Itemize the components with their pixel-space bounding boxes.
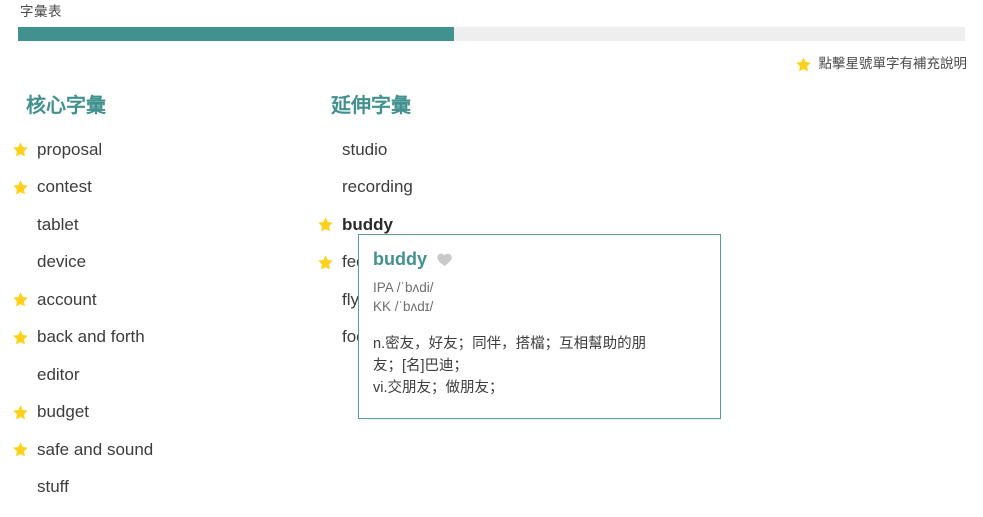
page-title: 字彙表 <box>20 4 62 19</box>
word-label: account <box>37 289 97 309</box>
definition-line: vi.交朋友；做朋友； <box>373 380 504 396</box>
list-item[interactable]: tablet <box>12 206 153 244</box>
list-item[interactable]: device <box>12 244 153 282</box>
star-icon <box>12 441 29 458</box>
popup-phonetics: IPA /ˈbʌdi/ KK /ˈbʌdɪ/ <box>359 270 720 316</box>
star-icon <box>12 141 29 158</box>
list-item[interactable]: account <box>12 281 153 319</box>
column-core-heading: 核心字彙 <box>26 95 106 117</box>
star-icon <box>317 254 334 271</box>
star-icon <box>12 179 29 196</box>
list-item[interactable]: contest <box>12 169 153 207</box>
word-label: back and forth <box>37 327 145 347</box>
definition-line: 友；[名]巴迪； <box>373 358 469 374</box>
list-item[interactable]: budget <box>12 394 153 432</box>
popup-word-title: buddy <box>373 249 427 269</box>
word-label: proposal <box>37 139 103 159</box>
phonetic-kk: KK /ˈbʌdɪ/ <box>373 299 434 314</box>
popup-definitions: n.密友，好友；同伴，搭檔；互相幫助的朋 友；[名]巴迪； vi.交朋友；做朋友… <box>359 316 720 399</box>
phonetic-ipa: IPA /ˈbʌdi/ <box>373 280 434 295</box>
star-icon <box>12 404 29 421</box>
list-item[interactable]: studio <box>317 131 413 169</box>
word-label: buddy <box>342 214 393 234</box>
definition-line: n.密友，好友；同伴，搭檔；互相幫助的朋 <box>373 336 647 352</box>
word-label: stuff <box>37 477 69 497</box>
list-item[interactable]: editor <box>12 356 153 394</box>
word-label: studio <box>342 139 388 159</box>
word-label: device <box>37 252 87 272</box>
progress-bar <box>18 27 965 41</box>
list-item[interactable]: stuff <box>12 469 153 507</box>
list-item[interactable]: safe and sound <box>12 431 153 469</box>
word-label: contest <box>37 177 92 197</box>
column-core-vocabulary: 核心字彙 proposal contest tablet device acco… <box>13 93 153 506</box>
star-icon <box>12 329 29 346</box>
list-item[interactable]: recording <box>317 169 413 207</box>
list-item[interactable]: proposal <box>12 131 153 169</box>
star-icon <box>317 216 334 233</box>
word-label: tablet <box>37 214 79 234</box>
word-label: safe and sound <box>37 439 154 459</box>
word-label: recording <box>342 177 413 197</box>
column-extended-heading: 延伸字彙 <box>331 95 411 117</box>
star-legend: 點擊星號單字有補充說明 <box>795 54 968 74</box>
core-word-list: proposal contest tablet device account b… <box>13 131 153 506</box>
popup-header: buddy <box>359 235 720 270</box>
list-item[interactable]: back and forth <box>12 319 153 357</box>
star-icon <box>12 291 29 308</box>
star-icon <box>795 56 812 73</box>
heart-icon[interactable] <box>436 251 453 268</box>
word-detail-popup: buddy IPA /ˈbʌdi/ KK /ˈbʌdɪ/ n.密友，好友；同伴，… <box>358 234 721 419</box>
word-label: editor <box>37 364 80 384</box>
progress-bar-fill <box>18 27 454 41</box>
word-label: budget <box>37 402 89 422</box>
star-legend-label: 點擊星號單字有補充說明 <box>818 56 968 71</box>
